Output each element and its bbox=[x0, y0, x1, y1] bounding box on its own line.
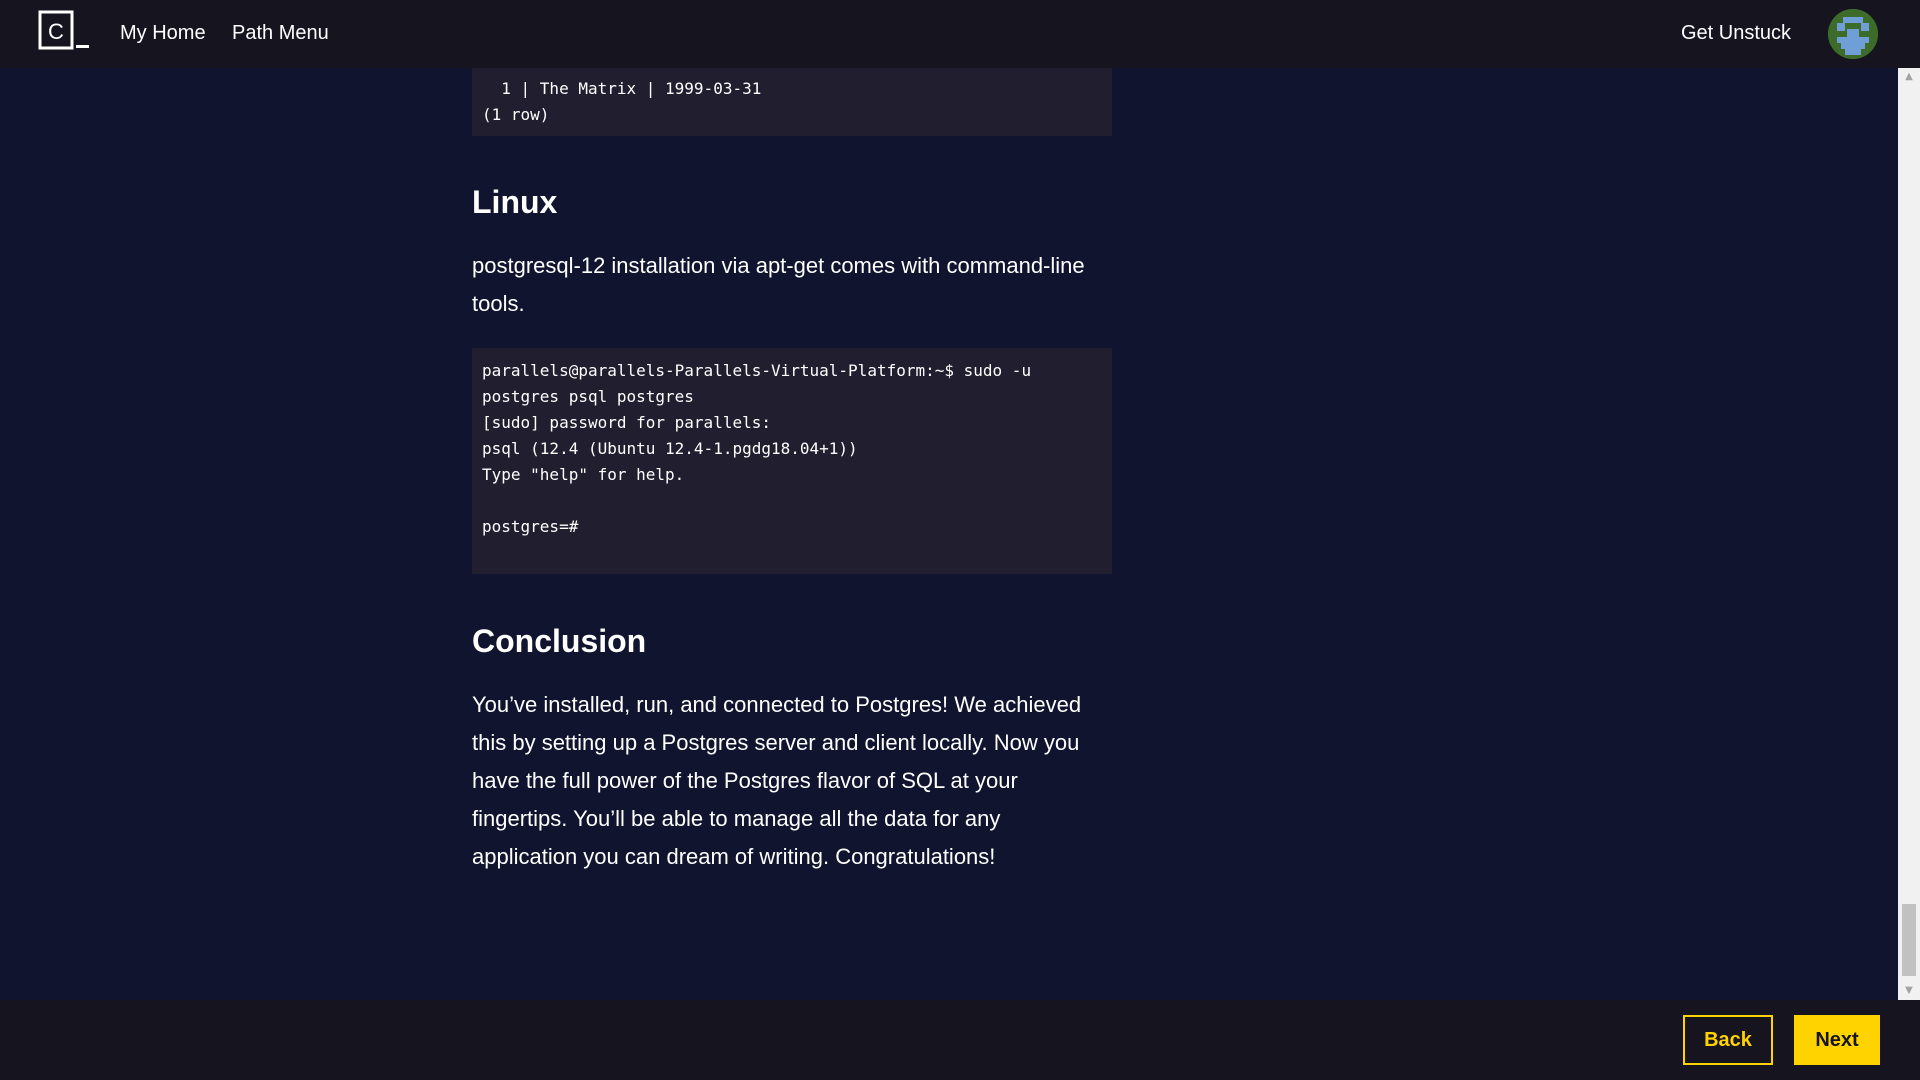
linux-heading: Linux bbox=[472, 184, 558, 220]
vertical-scrollbar[interactable]: ▲ ▼ bbox=[1898, 68, 1920, 1000]
linux-terminal-code-block: parallels@parallels-Parallels-Virtual-Pl… bbox=[472, 348, 1112, 574]
svg-text:C: C bbox=[48, 19, 64, 44]
top-navigation-bar: C My Home Path Menu Get Unstuck bbox=[0, 0, 1920, 68]
get-unstuck-link[interactable]: Get Unstuck bbox=[1681, 20, 1791, 46]
lesson-content-area[interactable]: 1 | The Matrix | 1999-03-31 (1 row) Linu… bbox=[0, 68, 1898, 1000]
bottom-navigation-bar: Back Next bbox=[0, 1000, 1920, 1080]
nav-my-home-link[interactable]: My Home bbox=[120, 20, 206, 46]
conclusion-paragraph: You’ve installed, run, and connected to … bbox=[472, 692, 1082, 869]
nav-path-menu-link[interactable]: Path Menu bbox=[232, 20, 329, 46]
user-avatar-icon[interactable] bbox=[1828, 9, 1878, 59]
query-result-code-block: 1 | The Matrix | 1999-03-31 (1 row) bbox=[472, 68, 1112, 136]
back-button[interactable]: Back bbox=[1683, 1015, 1773, 1065]
scroll-up-arrow-icon[interactable]: ▲ bbox=[1898, 68, 1920, 86]
article-column: 1 | The Matrix | 1999-03-31 (1 row) Linu… bbox=[472, 68, 1112, 1000]
codecademy-logo-icon[interactable]: C bbox=[38, 10, 92, 52]
conclusion-heading: Conclusion bbox=[472, 623, 647, 659]
scrollbar-thumb[interactable] bbox=[1902, 904, 1916, 976]
scroll-down-arrow-icon[interactable]: ▼ bbox=[1898, 982, 1920, 1000]
next-button[interactable]: Next bbox=[1794, 1015, 1880, 1065]
linux-paragraph: postgresql-12 installation via apt-get c… bbox=[472, 253, 1085, 316]
